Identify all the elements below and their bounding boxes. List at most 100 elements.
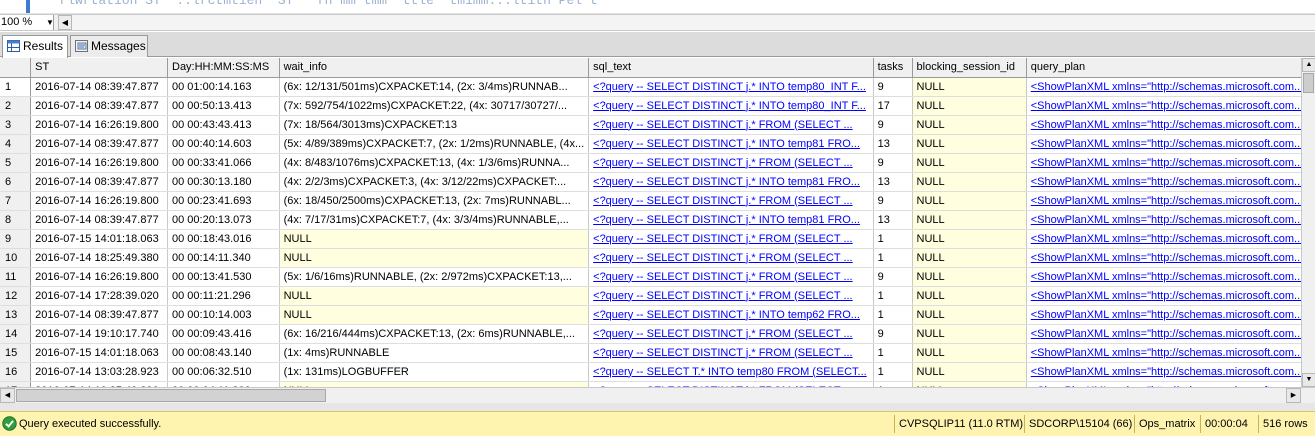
cell-sql-text[interactable]: <?query -- SELECT DISTINCT j.* INTO temp… xyxy=(588,134,874,154)
row-number[interactable]: 7 xyxy=(0,191,32,211)
cell-tasks: 9 xyxy=(873,77,913,97)
cell-sql-text[interactable]: <?query -- SELECT DISTINCT j.* FROM (SEL… xyxy=(588,229,874,249)
table-row[interactable]: 15 2016-07-15 14:01:18.063 00 00:08:43.140… xyxy=(0,343,1315,363)
cell-sql-text[interactable]: <?query -- SELECT DISTINCT j.* FROM (SEL… xyxy=(588,324,874,344)
column-header-wait-info[interactable]: wait_info xyxy=(279,58,590,78)
cell-query-plan[interactable]: <ShowPlanXML xmlns="http://schemas.micro… xyxy=(1026,267,1315,287)
cell-st: 2016-07-14 16:26:19.800 xyxy=(30,191,168,211)
query-editor[interactable]: rlwrtation ST ..lrctmtien ST * fn mm tmm… xyxy=(0,0,1315,14)
cell-query-plan[interactable]: <ShowPlanXML xmlns="http://schemas.micro… xyxy=(1026,172,1315,192)
table-row[interactable]: 10 2016-07-14 18:25:49.380 00 00:14:11.340… xyxy=(0,248,1315,268)
cell-query-plan[interactable]: <ShowPlanXML xmlns="http://schemas.micro… xyxy=(1026,343,1315,363)
table-row[interactable]: 6 2016-07-14 08:39:47.877 00 00:30:13.180(… xyxy=(0,172,1315,192)
row-number[interactable]: 12 xyxy=(0,286,32,306)
cell-query-plan[interactable]: <ShowPlanXML xmlns="http://schemas.micro… xyxy=(1026,229,1315,249)
cell-sql-text[interactable]: <?query -- SELECT DISTINCT j.* FROM (SEL… xyxy=(588,153,874,173)
table-row[interactable]: 4 2016-07-14 08:39:47.877 00 00:40:14.603(… xyxy=(0,134,1315,154)
messages-icon xyxy=(75,40,88,52)
table-row[interactable]: 16 2016-07-14 13:03:28.923 00 00:06:32.510… xyxy=(0,362,1315,382)
table-row[interactable]: 7 2016-07-14 16:26:19.800 00 00:23:41.693(… xyxy=(0,191,1315,211)
status-bar: Query executed successfully. CVPSQLIP11 … xyxy=(0,411,1315,436)
column-header-tasks[interactable]: tasks xyxy=(873,58,913,78)
cell-sql-text[interactable]: <?query -- SELECT DISTINCT j.* FROM (SEL… xyxy=(588,248,874,268)
cell-query-plan[interactable]: <ShowPlanXML xmlns="http://schemas.micro… xyxy=(1026,96,1315,116)
table-row[interactable]: 2 2016-07-14 08:39:47.877 00 00:50:13.413(… xyxy=(0,96,1315,116)
cell-query-plan[interactable]: <ShowPlanXML xmlns="http://schemas.micro… xyxy=(1026,77,1315,97)
row-number[interactable]: 13 xyxy=(0,305,32,325)
scroll-left-icon[interactable]: ◀ xyxy=(58,15,72,30)
tab-results[interactable]: Results xyxy=(2,35,68,58)
cell-wait-info: (5x: 1/6/16ms)RUNNABLE, (2x: 2/972ms)CXP… xyxy=(279,267,590,287)
cell-sql-text[interactable]: <?query -- SELECT DISTINCT j.* INTO temp… xyxy=(588,305,874,325)
cell-st: 2016-07-14 19:10:17.740 xyxy=(30,324,168,344)
row-number[interactable]: 5 xyxy=(0,153,32,173)
cell-query-plan[interactable]: <ShowPlanXML xmlns="http://schemas.micro… xyxy=(1026,248,1315,268)
cell-tasks: 9 xyxy=(873,324,913,344)
column-header-query-plan[interactable]: query_plan xyxy=(1026,58,1315,78)
table-row[interactable]: 5 2016-07-14 16:26:19.800 00 00:33:41.066(… xyxy=(0,153,1315,173)
cell-sql-text[interactable]: <?query -- SELECT DISTINCT j.* INTO temp… xyxy=(588,77,874,97)
results-grid[interactable]: ST Day:HH:MM:SS:MS wait_info sql_text ta… xyxy=(0,58,1315,387)
scroll-down-icon[interactable]: ▼ xyxy=(1302,373,1315,387)
vertical-scroll-thumb[interactable] xyxy=(1303,73,1314,93)
table-row[interactable]: 3 2016-07-14 16:26:19.800 00 00:43:43.413(… xyxy=(0,115,1315,135)
scroll-right-icon[interactable]: ▶ xyxy=(1286,388,1301,403)
cell-query-plan[interactable]: <ShowPlanXML xmlns="http://schemas.micro… xyxy=(1026,191,1315,211)
scroll-left-icon[interactable]: ◀ xyxy=(0,388,15,403)
row-number[interactable]: 10 xyxy=(0,248,32,268)
cell-sql-text[interactable]: <?query -- SELECT DISTINCT j.* FROM (SEL… xyxy=(588,267,874,287)
editor-hscroll-track[interactable] xyxy=(72,15,1315,30)
cell-wait-info: (6x: 16/216/444ms)CXPACKET:13, (2x: 6ms)… xyxy=(279,324,590,344)
cell-wait-info: NULL xyxy=(279,229,590,249)
row-number[interactable]: 3 xyxy=(0,115,32,135)
table-row[interactable]: 11 2016-07-14 16:26:19.800 00 00:13:41.530… xyxy=(0,267,1315,287)
cell-query-plan[interactable]: <ShowPlanXML xmlns="http://schemas.micro… xyxy=(1026,153,1315,173)
column-header-sql-text[interactable]: sql_text xyxy=(588,58,874,78)
table-row[interactable]: 8 2016-07-14 08:39:47.877 00 00:20:13.073(… xyxy=(0,210,1315,230)
table-row[interactable]: 1 2016-07-14 08:39:47.877 00 01:00:14.163(… xyxy=(0,77,1315,97)
cell-query-plan[interactable]: <ShowPlanXML xmlns="http://schemas.micro… xyxy=(1026,286,1315,306)
cell-sql-text[interactable]: <?query -- SELECT T.* INTO temp80 FROM (… xyxy=(588,362,874,382)
row-number[interactable]: 9 xyxy=(0,229,32,249)
table-row[interactable]: 9 2016-07-15 14:01:18.063 00 00:18:43.016 N… xyxy=(0,229,1315,249)
cell-sql-text[interactable]: <?query -- SELECT DISTINCT j.* FROM (SEL… xyxy=(588,343,874,363)
row-number[interactable]: 11 xyxy=(0,267,32,287)
row-number[interactable]: 1 xyxy=(0,77,32,97)
column-header-st[interactable]: ST xyxy=(30,58,168,78)
cell-sql-text[interactable]: <?query -- SELECT DISTINCT j.* INTO temp… xyxy=(588,172,874,192)
cell-wait-info: (6x: 12/131/501ms)CXPACKET:14, (2x: 3/4m… xyxy=(279,77,590,97)
table-row[interactable]: 12 2016-07-14 17:28:39.020 00 00:11:21.296… xyxy=(0,286,1315,306)
row-number[interactable]: 6 xyxy=(0,172,32,192)
cell-sql-text[interactable]: <?query -- SELECT DISTINCT j.* INTO temp… xyxy=(588,210,874,230)
column-header-duration[interactable]: Day:HH:MM:SS:MS xyxy=(167,58,280,78)
splitter[interactable] xyxy=(0,403,1315,411)
results-tab-bar: Results Messages xyxy=(0,32,1315,58)
corner-cell[interactable] xyxy=(0,58,32,78)
cell-query-plan[interactable]: <ShowPlanXML xmlns="http://schemas.micro… xyxy=(1026,115,1315,135)
scroll-up-icon[interactable]: ▲ xyxy=(1302,58,1315,72)
cell-query-plan[interactable]: <ShowPlanXML xmlns="http://schemas.micro… xyxy=(1026,362,1315,382)
row-number[interactable]: 8 xyxy=(0,210,32,230)
cell-sql-text[interactable]: <?query -- SELECT DISTINCT j.* FROM (SEL… xyxy=(588,286,874,306)
cell-query-plan[interactable]: <ShowPlanXML xmlns="http://schemas.micro… xyxy=(1026,210,1315,230)
table-row[interactable]: 14 2016-07-14 19:10:17.740 00 00:09:43.416… xyxy=(0,324,1315,344)
cell-sql-text[interactable]: <?query -- SELECT DISTINCT j.* FROM (SEL… xyxy=(588,115,874,135)
row-number[interactable]: 4 xyxy=(0,134,32,154)
column-header-blocking-session-id[interactable]: blocking_session_id xyxy=(912,58,1027,78)
cell-query-plan[interactable]: <ShowPlanXML xmlns="http://schemas.micro… xyxy=(1026,134,1315,154)
row-number[interactable]: 16 xyxy=(0,362,32,382)
grid-horizontal-scrollbar[interactable]: ◀ ▶ xyxy=(0,387,1315,403)
row-number[interactable]: 14 xyxy=(0,324,32,344)
tab-messages[interactable]: Messages xyxy=(70,35,148,57)
cell-query-plan[interactable]: <ShowPlanXML xmlns="http://schemas.micro… xyxy=(1026,324,1315,344)
cell-tasks: 13 xyxy=(873,172,913,192)
grid-vertical-scrollbar[interactable]: ▲ ▼ xyxy=(1301,58,1315,387)
row-number[interactable]: 2 xyxy=(0,96,32,116)
row-number[interactable]: 15 xyxy=(0,343,32,363)
cell-sql-text[interactable]: <?query -- SELECT DISTINCT j.* FROM (SEL… xyxy=(588,191,874,211)
cell-sql-text[interactable]: <?query -- SELECT DISTINCT j.* INTO temp… xyxy=(588,96,874,116)
chevron-down-icon[interactable]: ▼ xyxy=(44,15,56,30)
cell-query-plan[interactable]: <ShowPlanXML xmlns="http://schemas.micro… xyxy=(1026,305,1315,325)
horizontal-scroll-thumb[interactable] xyxy=(16,389,326,402)
table-row[interactable]: 13 2016-07-14 08:39:47.877 00 00:10:14.003… xyxy=(0,305,1315,325)
